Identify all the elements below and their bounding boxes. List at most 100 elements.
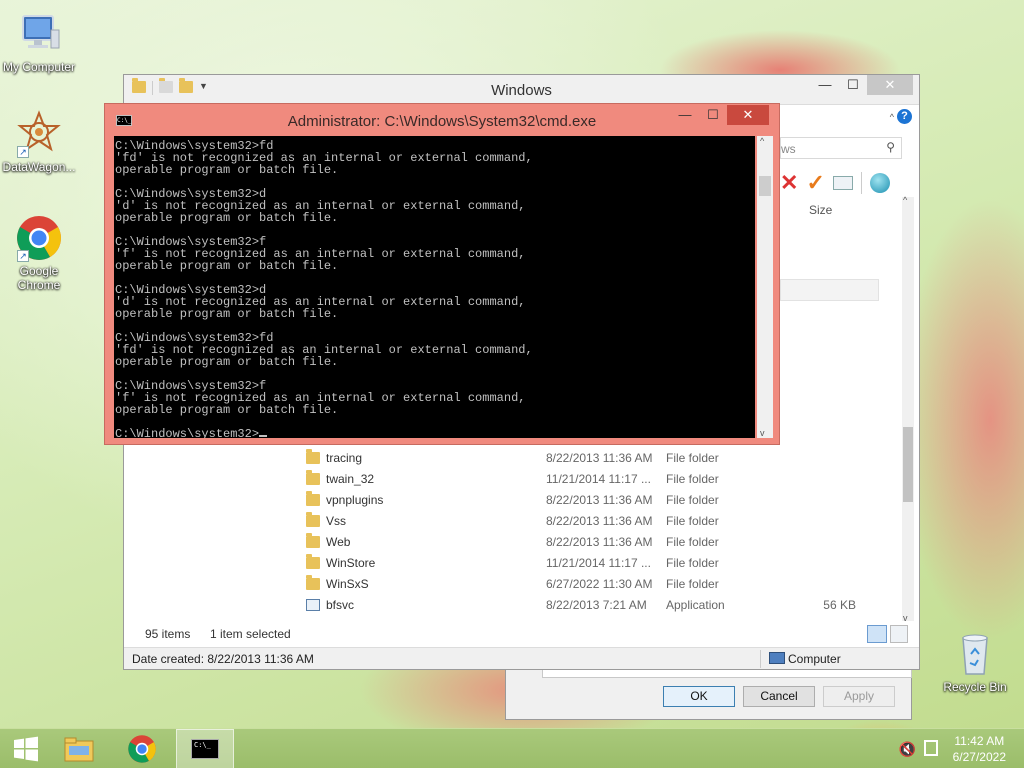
search-icon: ⚲ xyxy=(886,140,895,154)
start-button[interactable] xyxy=(0,729,52,768)
file-type: File folder xyxy=(666,555,719,570)
large-icons-view-icon[interactable] xyxy=(890,625,908,643)
volume-muted-icon[interactable]: 🔇 xyxy=(899,741,916,758)
explorer-title: Windows xyxy=(491,82,552,99)
column-header-size[interactable]: Size xyxy=(809,203,832,217)
scroll-down-icon[interactable]: v xyxy=(760,428,765,438)
desktop-icon-my-computer[interactable]: My Computer xyxy=(0,10,78,74)
desktop-icon-recycle-bin[interactable]: Recycle Bin xyxy=(936,630,1014,694)
checkmark-icon[interactable]: ✓ xyxy=(806,170,824,196)
scroll-up-icon[interactable]: ^ xyxy=(760,136,764,146)
datawagon-icon: ↗ xyxy=(15,110,63,158)
globe-icon[interactable] xyxy=(869,173,890,193)
explorer-titlebar[interactable]: ▼ Windows — ☐ ✕ xyxy=(124,75,919,105)
cmd-scrollbar[interactable]: ^ v xyxy=(757,136,773,438)
cmd-window[interactable]: C:\_ Administrator: C:\Windows\System32\… xyxy=(104,103,780,445)
computer-icon xyxy=(15,10,63,58)
help-icon[interactable]: ? xyxy=(897,109,912,124)
file-type: File folder xyxy=(666,513,719,528)
toolbar-divider xyxy=(860,172,862,194)
ok-button[interactable]: OK xyxy=(663,686,735,707)
maximize-icon[interactable]: ☐ xyxy=(699,105,727,125)
file-name: Vss xyxy=(326,513,347,528)
scrollbar-thumb[interactable] xyxy=(759,176,771,196)
taskbar-cmd[interactable]: C:\_ xyxy=(176,729,234,768)
file-date: 11/21/2014 11:17 ... xyxy=(546,471,651,486)
desktop-icon-label: Recycle Bin xyxy=(943,680,1007,694)
scrollbar-thumb[interactable] xyxy=(903,427,913,502)
ribbon-actions: ✕ ✓ xyxy=(780,169,916,197)
folder-icon xyxy=(306,490,320,506)
details-view-icon[interactable] xyxy=(867,625,887,643)
divider xyxy=(760,650,761,668)
cmd-console[interactable]: C:\Windows\system32>fd 'fd' is not recog… xyxy=(114,136,755,438)
minimize-icon[interactable]: — xyxy=(811,75,839,95)
taskbar: C:\_ 🔇 11:42 AM 6/27/2022 xyxy=(0,728,1024,768)
file-row[interactable]: vpnplugins 8/22/2013 11:36 AM File folde… xyxy=(306,489,876,510)
chevron-up-icon[interactable]: ^ xyxy=(890,112,894,122)
folder-icon xyxy=(306,511,320,527)
desktop-icon-label: Google Chrome xyxy=(17,264,61,292)
folder-icon xyxy=(306,469,320,485)
file-name: twain_32 xyxy=(326,471,375,486)
folder-icon xyxy=(306,448,320,464)
delete-icon[interactable]: ✕ xyxy=(780,170,798,196)
close-icon[interactable]: ✕ xyxy=(867,75,913,95)
file-row[interactable]: Web 8/22/2013 11:36 AM File folder xyxy=(306,531,876,552)
console-prompt: C:\Windows\system32> xyxy=(115,427,260,438)
file-row[interactable]: bfsvc 8/22/2013 7:21 AM Application 56 K… xyxy=(306,594,876,615)
rename-icon[interactable] xyxy=(832,176,853,190)
scroll-up-icon[interactable]: ^ xyxy=(903,195,907,205)
file-row[interactable]: tracing 8/22/2013 11:36 AM File folder xyxy=(306,447,876,468)
taskbar-file-explorer[interactable] xyxy=(52,729,106,768)
close-icon[interactable]: ✕ xyxy=(727,105,769,125)
file-name: tracing xyxy=(326,450,363,465)
location-label: Computer xyxy=(788,652,841,666)
file-row[interactable]: Vss 8/22/2013 11:36 AM File folder xyxy=(306,510,876,531)
file-date: 8/22/2013 7:21 AM xyxy=(546,597,647,612)
ribbon-right: ? ^ xyxy=(784,107,916,127)
clock-time: 11:42 AM xyxy=(954,734,1005,748)
file-date: 8/22/2013 11:36 AM xyxy=(546,534,653,549)
file-date: 8/22/2013 11:36 AM xyxy=(546,450,653,465)
minimize-icon[interactable]: — xyxy=(671,105,699,125)
item-count: 95 items xyxy=(145,627,191,641)
recycle-bin-icon xyxy=(951,630,999,678)
explorer-scrollbar[interactable]: ^ v xyxy=(902,195,914,623)
network-icon[interactable] xyxy=(924,740,938,756)
dialog-panel xyxy=(542,670,912,678)
taskbar-chrome[interactable] xyxy=(116,729,168,768)
application-icon xyxy=(306,598,320,611)
file-name: bfsvc xyxy=(326,597,355,612)
desktop-icon-google-chrome[interactable]: ↗ Google Chrome xyxy=(0,214,78,292)
file-row[interactable]: twain_32 11/21/2014 11:17 ... File folde… xyxy=(306,468,876,489)
chrome-icon xyxy=(128,735,156,763)
file-row[interactable]: WinSxS 6/27/2022 11:30 AM File folder xyxy=(306,573,876,594)
date-created: Date created: 8/22/2013 11:36 AM xyxy=(132,652,314,666)
desktop-icon-datawagon[interactable]: ↗ DataWagon... xyxy=(0,110,78,174)
text-cursor xyxy=(259,435,268,437)
file-date: 11/21/2014 11:17 ... xyxy=(546,555,651,570)
file-name: WinSxS xyxy=(326,576,369,591)
maximize-icon[interactable]: ☐ xyxy=(839,75,867,95)
file-type: File folder xyxy=(666,471,719,486)
scroll-down-icon[interactable]: v xyxy=(903,613,908,623)
search-input[interactable]: ws ⚲ xyxy=(780,137,902,159)
shortcut-arrow-icon: ↗ xyxy=(17,250,29,262)
start-icon xyxy=(14,736,38,762)
file-date: 6/27/2022 11:30 AM xyxy=(546,576,653,591)
desktop-icon-label: My Computer xyxy=(2,60,76,74)
file-name: Web xyxy=(326,534,351,549)
file-type: File folder xyxy=(666,450,719,465)
file-type: File folder xyxy=(666,492,719,507)
file-row[interactable]: WinStore 11/21/2014 11:17 ... File folde… xyxy=(306,552,876,573)
cmd-icon: C:\_ xyxy=(191,739,219,759)
file-type: File folder xyxy=(666,576,719,591)
cancel-button[interactable]: Cancel xyxy=(743,686,815,707)
clock[interactable]: 11:42 AM 6/27/2022 xyxy=(953,733,1006,765)
properties-dialog: OK Cancel Apply xyxy=(505,670,912,720)
folder-icon xyxy=(306,553,320,569)
search-text: ws xyxy=(781,142,796,156)
file-type: Application xyxy=(666,597,725,612)
apply-button[interactable]: Apply xyxy=(823,686,895,707)
